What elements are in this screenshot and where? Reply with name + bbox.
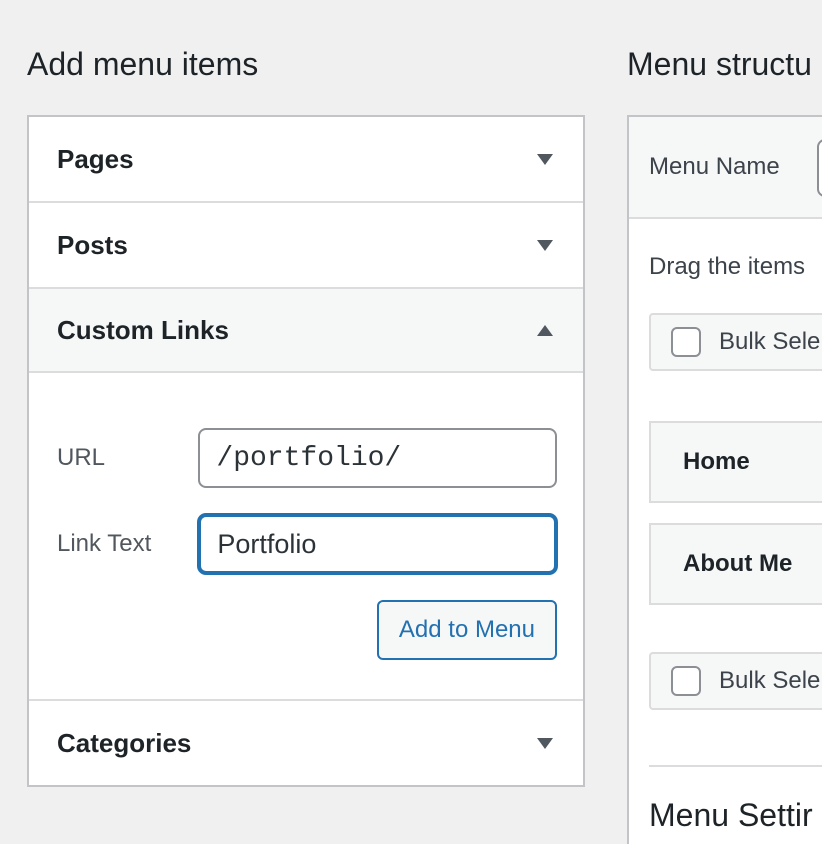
- posts-title: Posts: [57, 229, 128, 260]
- pages-toggle[interactable]: Pages: [29, 117, 583, 201]
- chevron-down-icon: [537, 153, 553, 165]
- add-to-menu-button[interactable]: Add to Menu: [376, 600, 557, 660]
- url-label: URL: [57, 444, 106, 471]
- pages-title: Pages: [57, 143, 134, 174]
- menu-settings-heading: Menu Settir: [649, 797, 813, 833]
- bulk-select-checkbox[interactable]: [671, 327, 701, 357]
- menu-item-home[interactable]: Home: [649, 421, 822, 503]
- custom-links-section: Custom Links URL /portfolio/ Link Text P…: [29, 289, 583, 701]
- menu-header: Menu Name: [629, 117, 822, 219]
- menu-name-input[interactable]: [817, 139, 822, 197]
- link-text-row: Link Text Portfolio: [57, 514, 557, 574]
- drag-instructions: Drag the items: [649, 253, 806, 280]
- chevron-down-icon: [537, 239, 553, 251]
- menu-structure-heading: Menu structu: [627, 46, 812, 82]
- menu-item-about-me[interactable]: About Me: [649, 523, 822, 605]
- divider: [649, 765, 822, 767]
- custom-links-toggle[interactable]: Custom Links: [29, 289, 583, 373]
- menu-structure-panel: Menu Name Drag the items Bulk Sele Home …: [627, 115, 822, 844]
- categories-title: Categories: [57, 727, 192, 758]
- link-text-label: Link Text: [57, 530, 152, 557]
- bulk-select-checkbox[interactable]: [671, 666, 701, 696]
- bulk-select-label: Bulk Sele: [719, 667, 821, 694]
- pages-section: Pages: [29, 117, 583, 203]
- link-text-input[interactable]: Portfolio: [198, 514, 557, 574]
- url-row: URL /portfolio/: [57, 428, 557, 488]
- categories-toggle[interactable]: Categories: [29, 701, 583, 785]
- bulk-select-label: Bulk Sele: [719, 328, 821, 355]
- custom-links-title: Custom Links: [57, 314, 229, 345]
- posts-toggle[interactable]: Posts: [29, 203, 583, 287]
- custom-links-panel: URL /portfolio/ Link Text Portfolio Add …: [29, 373, 583, 699]
- chevron-down-icon: [537, 737, 553, 749]
- menu-items-accordion: Pages Posts Custom Links URL /portfolio/: [27, 115, 585, 787]
- menus-screen: Add menu items Pages Posts Custom Links …: [0, 0, 822, 844]
- bulk-select-bottom[interactable]: Bulk Sele: [649, 652, 822, 710]
- bulk-select-top[interactable]: Bulk Sele: [649, 313, 822, 371]
- categories-section: Categories: [29, 701, 583, 785]
- url-input[interactable]: /portfolio/: [198, 428, 557, 488]
- add-menu-items-heading: Add menu items: [27, 46, 259, 82]
- posts-section: Posts: [29, 203, 583, 289]
- menu-name-label: Menu Name: [649, 153, 780, 180]
- chevron-up-icon: [537, 324, 553, 336]
